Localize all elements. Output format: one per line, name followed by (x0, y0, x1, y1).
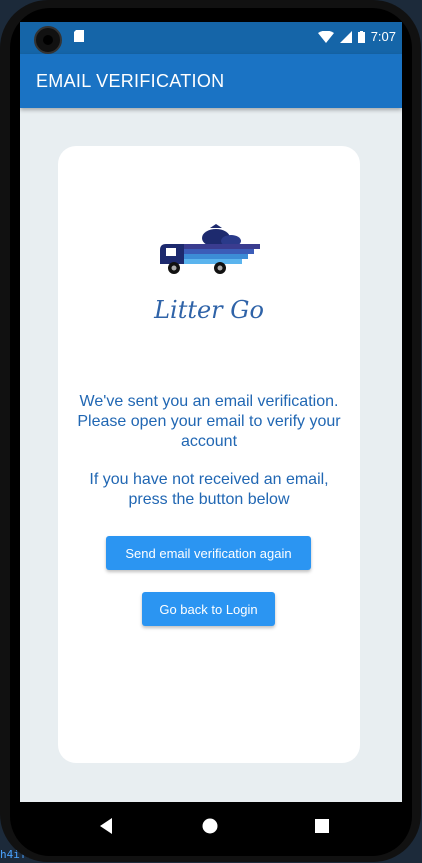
app-screen: 7:07 EMAIL VERIFICATION Litter Go We've … (20, 22, 402, 802)
front-camera-icon (34, 26, 62, 54)
status-time: 7:07 (370, 29, 396, 44)
message-sent-text: We've sent you an email verification. Pl… (77, 393, 341, 450)
wifi-icon (317, 30, 334, 43)
home-icon[interactable] (202, 818, 218, 834)
status-bar: 7:07 (20, 22, 402, 54)
sim-card-icon (74, 30, 84, 42)
phone-device: 7:07 EMAIL VERIFICATION Litter Go We've … (0, 0, 421, 862)
phone-bezel: 7:07 EMAIL VERIFICATION Litter Go We've … (10, 8, 412, 856)
back-to-login-button[interactable]: Go back to Login (142, 592, 275, 626)
logo-text: Litter Go (154, 296, 264, 324)
message-resend-hint: If you have not received an email, press… (89, 471, 329, 508)
recents-icon[interactable] (314, 818, 330, 834)
verification-card: Litter Go We've sent you an email verifi… (58, 146, 360, 763)
navigation-bar (20, 802, 402, 850)
battery-icon (357, 30, 365, 43)
app-bar: EMAIL VERIFICATION (20, 54, 402, 108)
resend-verification-button[interactable]: Send email verification again (106, 536, 311, 570)
verification-message: We've sent you an email verification. Pl… (76, 392, 342, 528)
litter-go-truck-logo (160, 224, 260, 274)
status-right-icons: 7:07 (317, 29, 396, 44)
page-title: EMAIL VERIFICATION (36, 71, 225, 91)
signal-icon (339, 30, 352, 43)
back-icon[interactable] (98, 818, 114, 834)
